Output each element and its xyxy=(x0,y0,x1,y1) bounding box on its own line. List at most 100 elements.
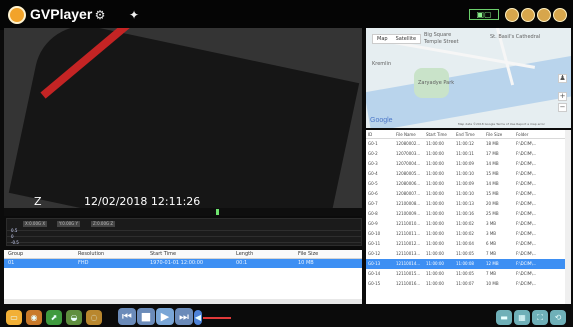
file-row[interactable]: G0-1 12080002... 11:00:00 11:00:12 18 MB F:\D… xyxy=(366,139,571,149)
file-cell: G0-1 xyxy=(368,141,378,146)
camera-button[interactable]: ◉ xyxy=(26,310,42,325)
file-row[interactable]: G0-11 12110012... 11:00:00 11:00:04 6 MB F:\D… xyxy=(366,239,571,249)
file-cell: G0-3 xyxy=(368,161,378,166)
map-panel[interactable]: Map Satellite Big Square Temple Street S… xyxy=(366,28,571,128)
file-cell: 6 MB xyxy=(486,241,497,246)
minimize-button[interactable] xyxy=(505,8,519,22)
exit-button[interactable]: ⟲ xyxy=(550,310,566,325)
file-cell: 17 MB xyxy=(486,151,499,156)
group-cell-size: 10 MB xyxy=(298,260,314,266)
rewind-button[interactable]: ⏮ xyxy=(118,308,136,325)
layout-toggle-button[interactable]: ▣▢ xyxy=(469,9,499,20)
file-row[interactable]: G0-3 12070004... 11:00:00 11:00:09 14 MB F:\D… xyxy=(366,159,571,169)
file-row[interactable]: G0-6 12080007... 11:00:00 11:00:10 15 MB F:\D… xyxy=(366,189,571,199)
restore-button[interactable] xyxy=(521,8,535,22)
file-cell: 11:00:00 xyxy=(426,271,444,276)
video-timestamp: 12/02/2018 12:11:26 xyxy=(84,195,201,208)
file-row[interactable]: G0-5 12080006... 11:00:00 11:00:09 14 MB F:\D… xyxy=(366,179,571,189)
file-row[interactable]: G0-9 12110010... 11:00:00 11:00:02 3 MB F:\DC… xyxy=(366,219,571,229)
file-row[interactable]: G0-7 12100008... 11:00:00 11:00:13 20 MB F:\D… xyxy=(366,199,571,209)
file-cell: F:\DCIM\... xyxy=(516,181,537,186)
file-row[interactable]: G0-14 12110015... 11:00:00 11:00:05 7 MB F:\D… xyxy=(366,269,571,279)
file-cell: 12110010... xyxy=(396,221,421,226)
file-cell: 11:00:00 xyxy=(426,221,444,226)
file-list-header: ID File Name Start Time End Time File Si… xyxy=(366,130,571,139)
file-cell: 11:00:08 xyxy=(456,261,474,266)
file-row[interactable]: G0-10 12110011... 11:00:00 11:00:02 3 MB F:\D… xyxy=(366,229,571,239)
video-viewport[interactable]: Z 12/02/2018 12:11:26 xyxy=(4,28,362,208)
file-cell: F:\DCIM\... xyxy=(516,191,537,196)
file-cell: 11:00:05 xyxy=(456,271,474,276)
language-icon[interactable]: ✦ xyxy=(126,8,142,22)
app-logo-icon xyxy=(8,6,26,24)
file-cell: 7 MB xyxy=(486,271,497,276)
fullscreen-button[interactable]: ⛶ xyxy=(532,310,548,325)
map-label: Zaryadye Park xyxy=(418,80,455,86)
map-pegman-icon[interactable]: ♟ xyxy=(558,74,567,83)
file-row[interactable]: G0-4 12080005... 11:00:00 11:00:10 15 MB F:\D… xyxy=(366,169,571,179)
map-zoom-in-button[interactable]: + xyxy=(558,92,567,101)
file-cell: 11:00:10 xyxy=(456,191,474,196)
file-cell: 20 MB xyxy=(486,201,499,206)
map-toggle-button[interactable]: ▦ xyxy=(514,310,530,325)
group-header-size: File Size xyxy=(298,251,319,257)
file-cell: 12100009... xyxy=(396,211,421,216)
file-cell: 11:00:00 xyxy=(426,201,444,206)
tools-button[interactable]: ◌ xyxy=(86,310,102,325)
file-row[interactable]: G0-15 12110016... 11:00:00 11:00:07 10 MB F:\… xyxy=(366,279,571,289)
file-cell: F:\DCIM\... xyxy=(516,221,537,226)
file-list-scrollbar[interactable] xyxy=(565,130,571,304)
file-cell: 11:00:11 xyxy=(456,151,474,156)
file-cell: 11:00:16 xyxy=(456,211,474,216)
file-cell: 12080002... xyxy=(396,141,421,146)
fast-forward-button[interactable]: ⏭ xyxy=(175,308,193,325)
map-zoom-out-button[interactable]: − xyxy=(558,103,567,112)
file-cell: 11:00:02 xyxy=(456,221,474,226)
file-cell: 3 MB xyxy=(486,231,497,236)
group-cell-resolution: FHD xyxy=(78,260,89,266)
file-cell: 12100008... xyxy=(396,201,421,206)
map-tab-map[interactable]: Map xyxy=(373,35,392,43)
file-cell: G0-13 xyxy=(368,261,381,266)
settings-icon[interactable]: ⚙ xyxy=(92,8,108,22)
scrubber-thumb[interactable] xyxy=(216,209,219,215)
file-row[interactable]: G0-13 12110014... 11:00:00 11:00:08 12 MB F:\… xyxy=(366,259,571,269)
video-scrubber[interactable] xyxy=(4,208,362,216)
file-list: ID File Name Start Time End Time File Si… xyxy=(366,130,571,304)
panel-toggle-button[interactable]: ▬ xyxy=(496,310,512,325)
gsensor-strip: X:0.00G X Y:0.00G Y Z:0.00G Z 0.5 0 -0.5 xyxy=(6,218,362,246)
file-cell: 11:00:00 xyxy=(426,181,444,186)
file-header-folder: Folder xyxy=(516,132,529,137)
file-header-start: Start Time xyxy=(426,132,447,137)
file-row[interactable]: G0-12 12110013... 11:00:00 11:00:05 7 MB F:\D… xyxy=(366,249,571,259)
open-folder-button[interactable]: ▭ xyxy=(6,310,22,325)
play-button[interactable]: ▶ xyxy=(156,308,174,325)
export-button[interactable]: ⬈ xyxy=(46,310,62,325)
gsensor-tag-x: X:0.00G X xyxy=(23,221,48,227)
file-cell: F:\DCIM\... xyxy=(516,261,537,266)
file-header-name: File Name xyxy=(396,132,416,137)
maximize-button[interactable] xyxy=(537,8,551,22)
file-row[interactable]: G0-8 12100009... 11:00:00 11:00:16 25 MB F:\D… xyxy=(366,209,571,219)
group-table: Group Resolution Start Time Length File … xyxy=(4,250,362,304)
close-button[interactable] xyxy=(553,8,567,22)
group-header-group: Group xyxy=(8,251,24,257)
file-header-id: ID xyxy=(368,132,373,137)
file-cell: F:\DCIM\... xyxy=(516,271,537,276)
group-horizontal-scrollbar[interactable] xyxy=(4,299,362,304)
file-row[interactable]: G0-2 12070003... 11:00:00 11:00:11 17 MB F:\D… xyxy=(366,149,571,159)
file-cell: 12110016... xyxy=(396,281,421,286)
volume-slider[interactable] xyxy=(203,317,231,319)
file-cell: 11:00:00 xyxy=(426,191,444,196)
file-cell: 12110013... xyxy=(396,251,421,256)
volume-icon[interactable]: ◀ xyxy=(194,310,202,325)
google-logo: Google xyxy=(370,117,393,124)
map-tab-satellite[interactable]: Satellite xyxy=(392,35,420,43)
map-button[interactable]: ◒ xyxy=(66,310,82,325)
file-cell: 11:00:02 xyxy=(456,231,474,236)
file-cell: F:\DCIM\... xyxy=(516,151,537,156)
file-cell: 11:00:00 xyxy=(426,151,444,156)
group-table-row[interactable]: 01 FHD 1970-01-01 12:00:00 00:1 10 MB xyxy=(4,259,362,268)
file-header-size: File Size xyxy=(486,132,503,137)
stop-button[interactable]: ■ xyxy=(137,308,155,325)
